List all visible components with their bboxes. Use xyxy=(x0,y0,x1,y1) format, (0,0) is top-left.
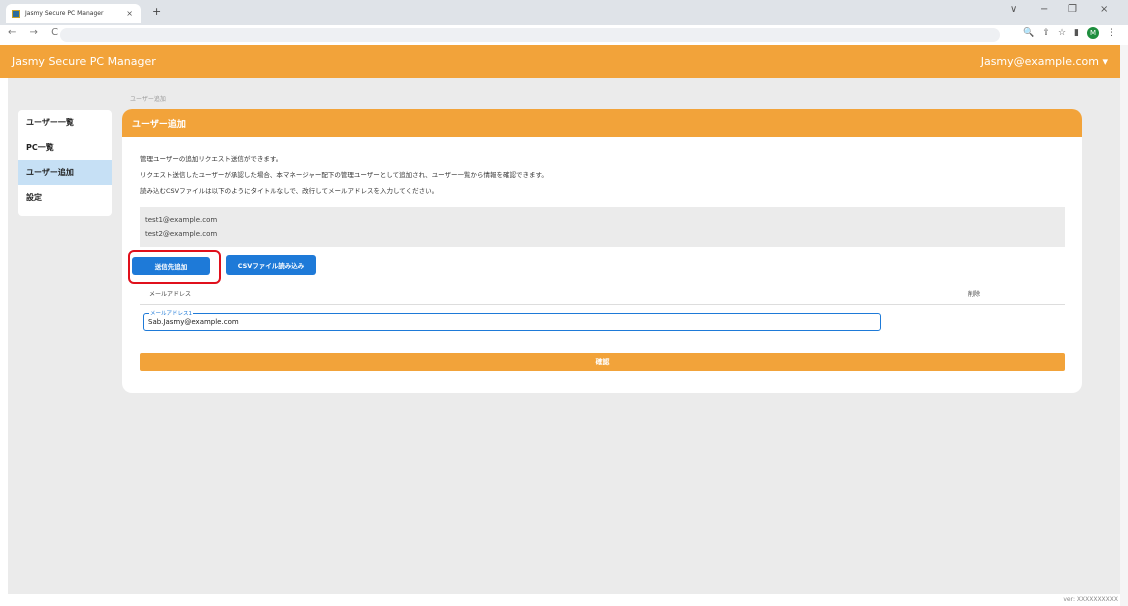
confirm-button[interactable]: 確認 xyxy=(140,353,1065,371)
menu-kebab-icon[interactable]: ⋮ xyxy=(1107,28,1116,38)
browser-tab[interactable]: Jasmy Secure PC Manager × xyxy=(6,4,141,23)
breadcrumb: ユーザー追加 xyxy=(130,96,166,103)
zoom-icon[interactable]: 🔍 xyxy=(1023,28,1034,38)
tab-title: Jasmy Secure PC Manager xyxy=(25,10,104,17)
highlight-annotation xyxy=(128,250,221,284)
user-menu[interactable]: Jasmy@example.com ▾ xyxy=(981,55,1108,68)
tab-search-icon[interactable]: ∨ xyxy=(1010,4,1017,15)
column-header-email: メールアドレス xyxy=(149,291,192,298)
sidebar-item-user-list[interactable]: ユーザー一覧 xyxy=(18,110,112,135)
page-scrollbar[interactable] xyxy=(1120,45,1128,606)
browser-toolbar: 🔍 ⇪ ☆ ▮ M ⋮ xyxy=(1023,27,1116,39)
add-user-card: ユーザー追加 管理ユーザーの追加リクエスト送信ができます。 リクエスト送信したユ… xyxy=(122,109,1082,393)
table-divider xyxy=(140,304,1065,305)
column-header-delete: 削除 xyxy=(968,291,981,298)
description-line-3: 読み込むCSVファイルは以下のようにタイトルなしで、改行してメールアドレスを入力… xyxy=(140,187,439,195)
example-line: test1@example.com xyxy=(145,216,218,224)
minimize-icon[interactable]: − xyxy=(1040,4,1048,15)
description-line-2: リクエスト送信したユーザーが承認した場合、本マネージャー配下の管理ユーザーとして… xyxy=(140,171,548,179)
sidebar: ユーザー一覧 PC一覧 ユーザー追加 設定 xyxy=(18,110,112,216)
app-header: Jasmy Secure PC Manager Jasmy@example.co… xyxy=(0,45,1120,78)
tab-close-icon[interactable]: × xyxy=(126,9,133,18)
email-field-label: メールアドレス1 xyxy=(149,309,193,317)
new-tab-icon[interactable]: + xyxy=(152,5,161,18)
version-label: ver: XXXXXXXXXX xyxy=(1063,596,1118,603)
example-line: test2@example.com xyxy=(145,230,218,238)
favicon-icon xyxy=(12,9,20,18)
description-line-1: 管理ユーザーの追加リクエスト送信ができます。 xyxy=(140,155,283,163)
app-brand: Jasmy Secure PC Manager xyxy=(12,55,156,68)
email-field[interactable]: メールアドレス1 Sab.Jasmy@example.com xyxy=(143,309,881,331)
profile-avatar[interactable]: M xyxy=(1087,27,1099,39)
csv-example-box: test1@example.com test2@example.com xyxy=(140,207,1065,247)
sidebar-item-add-user[interactable]: ユーザー追加 xyxy=(18,160,112,185)
sidebar-item-pc-list[interactable]: PC一覧 xyxy=(18,135,112,160)
bookmark-star-icon[interactable]: ☆ xyxy=(1058,28,1066,38)
email-field-value[interactable]: Sab.Jasmy@example.com xyxy=(148,318,239,326)
share-icon[interactable]: ⇪ xyxy=(1042,28,1050,38)
card-title: ユーザー追加 xyxy=(122,109,1082,137)
restore-icon[interactable]: ❐ xyxy=(1068,4,1077,15)
sidebar-item-settings[interactable]: 設定 xyxy=(18,185,112,210)
sidepanel-icon[interactable]: ▮ xyxy=(1074,28,1079,38)
nav-buttons[interactable]: ← → C xyxy=(8,27,63,38)
close-window-icon[interactable]: × xyxy=(1100,4,1108,15)
address-input[interactable] xyxy=(60,28,1000,42)
csv-import-button[interactable]: CSVファイル読み込み xyxy=(226,255,316,275)
